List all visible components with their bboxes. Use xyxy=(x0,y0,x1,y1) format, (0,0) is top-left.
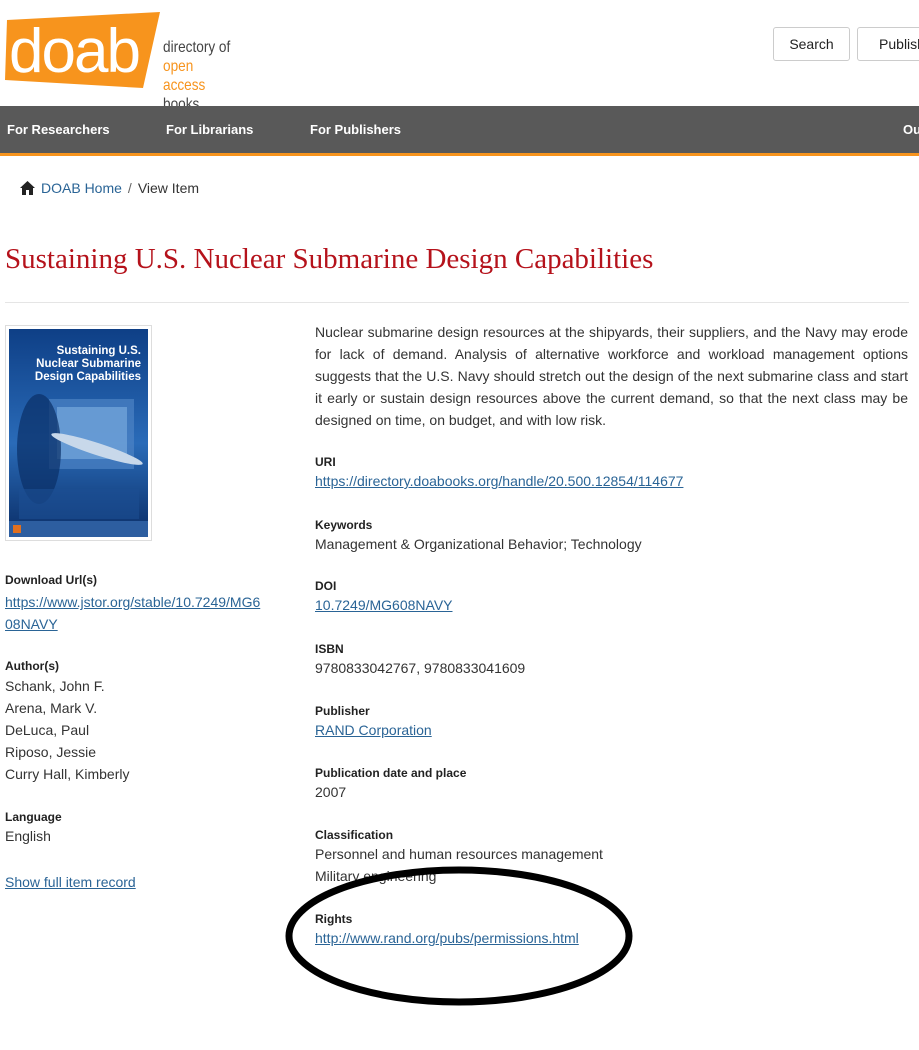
main-nav: For Researchers For Librarians For Publi… xyxy=(0,106,919,156)
doi-link[interactable]: 10.7249/MG608NAVY xyxy=(315,597,453,613)
logo-tagline: directory of open access books xyxy=(163,38,233,114)
isbn-field: ISBN 9780833042767, 9780833041609 xyxy=(315,641,525,679)
pubdate-label: Publication date and place xyxy=(315,766,467,780)
cover-image: Sustaining U.S. Nuclear Submarine Design… xyxy=(9,329,148,537)
search-button[interactable]: Search xyxy=(773,27,850,61)
breadcrumb-current: View Item xyxy=(137,180,200,196)
download-label: Download Url(s) xyxy=(5,573,97,587)
breadcrumb-separator: / xyxy=(127,180,132,196)
classification-item: Personnel and human resources management xyxy=(315,846,603,862)
book-cover[interactable]: Sustaining U.S. Nuclear Submarine Design… xyxy=(5,325,152,541)
logo-tagline-2: open access xyxy=(163,58,206,94)
nav-item-truncated[interactable]: Ou xyxy=(903,122,919,137)
classification-label: Classification xyxy=(315,828,394,842)
uri-link[interactable]: https://directory.doabooks.org/handle/20… xyxy=(315,473,683,489)
nav-for-librarians[interactable]: For Librarians xyxy=(166,122,253,137)
authors-label: Author(s) xyxy=(5,659,59,673)
author-item: Curry Hall, Kimberly xyxy=(5,766,130,782)
publisher-label: Publisher xyxy=(315,704,370,718)
pubdate-value: 2007 xyxy=(315,784,347,800)
doab-logo[interactable]: doab directory of open access books xyxy=(5,10,245,113)
authors-section: Author(s) Schank, John F. Arena, Mark V.… xyxy=(5,658,305,785)
breadcrumb: DOAB Home / View Item xyxy=(20,180,199,196)
author-item: Riposo, Jessie xyxy=(5,744,97,760)
cover-title-1: Sustaining U.S. xyxy=(57,345,141,357)
download-section: Download Url(s) https://www.jstor.org/st… xyxy=(5,572,305,635)
logo-tagline-1: directory of xyxy=(163,39,231,56)
pubdate-field: Publication date and place 2007 xyxy=(315,765,466,803)
publisher-link[interactable]: RAND Corporation xyxy=(315,722,432,738)
logo-badge: doab xyxy=(5,12,160,88)
language-section: Language English xyxy=(5,809,305,847)
author-item: DeLuca, Paul xyxy=(5,722,90,738)
download-url-link[interactable]: https://www.jstor.org/stable/10.7249/MG6… xyxy=(5,591,305,635)
language-value: English xyxy=(5,828,51,844)
site-header: doab directory of open access books Sear… xyxy=(0,0,919,113)
logo-word: doab xyxy=(9,17,139,86)
cover-title-3: Design Capabilities xyxy=(35,371,141,383)
doi-label: DOI xyxy=(315,579,337,593)
cover-title-2: Nuclear Submarine xyxy=(36,358,141,370)
publisher-field: Publisher RAND Corporation xyxy=(315,703,432,741)
publish-button[interactable]: Publish xyxy=(857,27,919,61)
nav-for-researchers[interactable]: For Researchers xyxy=(7,122,110,137)
author-item: Schank, John F. xyxy=(5,678,105,694)
keywords-value: Management & Organizational Behavior; Te… xyxy=(315,536,642,552)
keywords-label: Keywords xyxy=(315,518,373,532)
uri-label: URI xyxy=(315,455,336,469)
title-divider xyxy=(5,302,909,303)
isbn-value: 9780833042767, 9780833041609 xyxy=(315,660,526,676)
download-url-line1: https://www.jstor.org/stable/10.7249/MG6 xyxy=(5,594,261,610)
download-url-line2: 08NAVY xyxy=(5,616,58,632)
breadcrumb-home-link[interactable]: DOAB Home xyxy=(41,180,122,196)
uri-field: URI https://directory.doabooks.org/handl… xyxy=(315,454,683,492)
page-title: Sustaining U.S. Nuclear Submarine Design… xyxy=(5,243,654,275)
isbn-label: ISBN xyxy=(315,642,344,656)
author-item: Arena, Mark V. xyxy=(5,700,98,716)
full-record-section: Show full item record xyxy=(5,871,305,893)
nav-for-publishers[interactable]: For Publishers xyxy=(310,122,401,137)
doi-field: DOI 10.7249/MG608NAVY xyxy=(315,578,453,616)
abstract-text: Nuclear submarine design resources at th… xyxy=(315,324,908,428)
annotation-ellipse xyxy=(285,866,633,1006)
language-label: Language xyxy=(5,810,62,824)
keywords-field: Keywords Management & Organizational Beh… xyxy=(315,517,642,555)
show-full-record-link[interactable]: Show full item record xyxy=(5,874,136,890)
home-icon xyxy=(20,181,35,195)
